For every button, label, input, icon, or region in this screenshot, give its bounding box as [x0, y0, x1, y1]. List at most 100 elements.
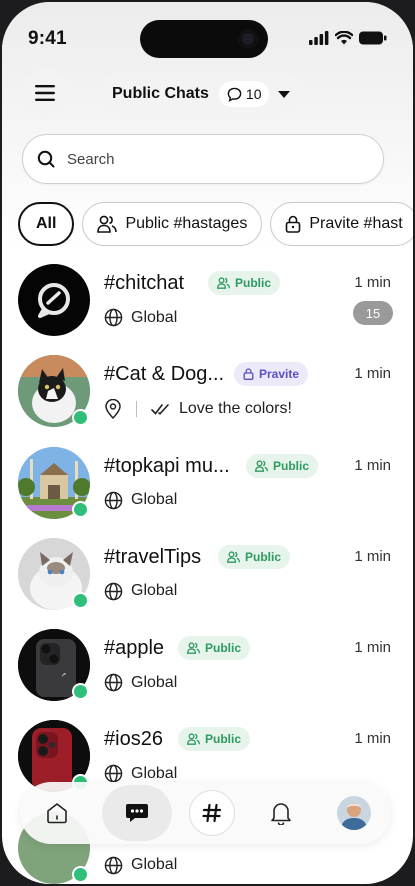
chat-time: 1 min — [354, 547, 391, 565]
chat-name: #ios26 — [104, 728, 163, 751]
chat-subtitle-text: Global — [131, 764, 178, 782]
badge-label: Public — [273, 458, 310, 473]
users-icon — [217, 277, 230, 289]
globe-icon — [104, 673, 123, 692]
bottom-nav — [20, 782, 391, 844]
filter-chips: All Public #hastages Pravite #hast — [18, 202, 413, 248]
chat-name: #travelTips — [104, 545, 202, 568]
nav-home[interactable] — [29, 785, 85, 841]
top-bar: Public Chats 10 — [2, 70, 413, 120]
chat-subtitle: Love the colors! — [104, 399, 292, 420]
chat-time: 1 min — [354, 274, 391, 291]
chevron-down-icon — [278, 91, 290, 98]
location-icon — [105, 399, 121, 420]
badge-label: Public — [205, 732, 242, 747]
private-badge: Pravite — [234, 362, 309, 387]
avatar — [18, 264, 90, 336]
filter-public-label: Public #hastages — [125, 215, 248, 232]
users-icon — [227, 551, 240, 563]
wifi-icon — [335, 31, 353, 45]
online-indicator — [72, 683, 89, 701]
dynamic-island — [140, 20, 268, 58]
lock-icon — [286, 215, 301, 233]
globe-icon — [104, 491, 123, 509]
chat-subtitle-text: Global — [131, 491, 178, 509]
menu-button[interactable] — [20, 70, 70, 116]
chat-subtitle: Global — [104, 491, 177, 510]
chat-logo-icon — [38, 283, 70, 318]
users-icon — [187, 733, 200, 746]
chat-subtitle: Global — [104, 764, 177, 783]
badge-label: Public — [235, 276, 272, 290]
page-title: Public Chats — [112, 85, 209, 102]
phone-screen: 9:41 Public Chats 10 All Public #hastage — [2, 2, 413, 884]
status-bar: 9:41 — [2, 2, 413, 72]
globe-icon — [104, 765, 123, 783]
chat-row[interactable]: #Cat & Dog... Pravite 1 min Love the col… — [2, 351, 413, 442]
chat-subtitle-text: Global — [131, 582, 178, 600]
chat-count-badge: 10 — [218, 81, 270, 107]
badge-label: Public — [205, 641, 242, 656]
chat-subtitle-text: Global — [131, 673, 178, 691]
profile-avatar — [337, 796, 372, 830]
filter-all-label: All — [36, 215, 57, 232]
chat-name: #chitchat — [104, 272, 185, 294]
nav-profile[interactable] — [326, 785, 382, 841]
search-bar[interactable] — [22, 134, 384, 184]
globe-icon — [104, 856, 123, 875]
signal-icon — [309, 31, 329, 45]
public-badge: Public — [178, 727, 251, 752]
search-input[interactable] — [65, 149, 349, 169]
public-badge: Public — [246, 453, 319, 478]
chat-time: 1 min — [354, 639, 391, 657]
chat-time: 1 min — [354, 365, 391, 383]
double-check-icon — [151, 404, 169, 416]
chat-subtitle: Global — [104, 673, 177, 692]
chat-icon — [126, 804, 149, 822]
bell-icon — [271, 803, 291, 825]
nav-notifications[interactable] — [253, 785, 309, 841]
nav-chats[interactable] — [102, 785, 173, 841]
public-badge: Public — [218, 544, 291, 569]
globe-icon — [104, 582, 123, 601]
public-badge: Public — [178, 636, 251, 661]
search-icon — [37, 150, 55, 168]
divider — [136, 401, 137, 418]
chat-subtitle-text: Global — [131, 856, 178, 874]
online-indicator — [72, 409, 89, 427]
online-indicator — [72, 591, 89, 609]
public-badge: Public — [208, 271, 281, 295]
nav-hashtags[interactable] — [189, 790, 236, 836]
battery-icon — [359, 31, 387, 45]
chat-time: 1 min — [354, 730, 391, 748]
chat-subtitle-text: Love the colors! — [179, 400, 292, 418]
filter-all[interactable]: All — [18, 202, 75, 246]
status-icons — [309, 31, 387, 45]
chat-type-selector[interactable]: Public Chats 10 — [100, 72, 305, 116]
chat-bubble-icon — [227, 87, 242, 102]
status-time: 9:41 — [28, 28, 67, 49]
chat-name: #topkapi mu... — [104, 454, 230, 477]
chat-row[interactable]: #travelTips Public 1 min Global — [2, 534, 413, 625]
chat-row[interactable]: #apple Public 1 min Global — [2, 625, 413, 716]
chat-name: #apple — [104, 637, 165, 660]
users-icon — [97, 215, 118, 233]
chat-name: #Cat & Dog... — [104, 363, 225, 386]
chat-row[interactable]: #chitchat Public 1 min Global 15 — [2, 260, 413, 351]
online-indicator — [72, 500, 89, 518]
unread-count-badge: 15 — [353, 301, 393, 325]
chat-subtitle: Global — [104, 582, 177, 601]
chat-row[interactable]: #topkapi mu... Public 1 min Global — [2, 443, 413, 534]
globe-icon — [104, 308, 123, 327]
filter-public[interactable]: Public #hastages — [82, 202, 263, 246]
filter-private[interactable]: Pravite #hast — [270, 202, 413, 246]
chat-subtitle-text: Global — [131, 308, 178, 326]
filter-private-label: Pravite #hast — [309, 215, 403, 232]
online-indicator — [72, 865, 89, 883]
home-icon — [46, 803, 67, 824]
users-icon — [187, 642, 200, 655]
chat-count: 10 — [245, 86, 262, 102]
chat-time: 1 min — [354, 456, 391, 474]
chat-subtitle: Global — [104, 308, 177, 327]
badge-label: Public — [245, 549, 282, 564]
